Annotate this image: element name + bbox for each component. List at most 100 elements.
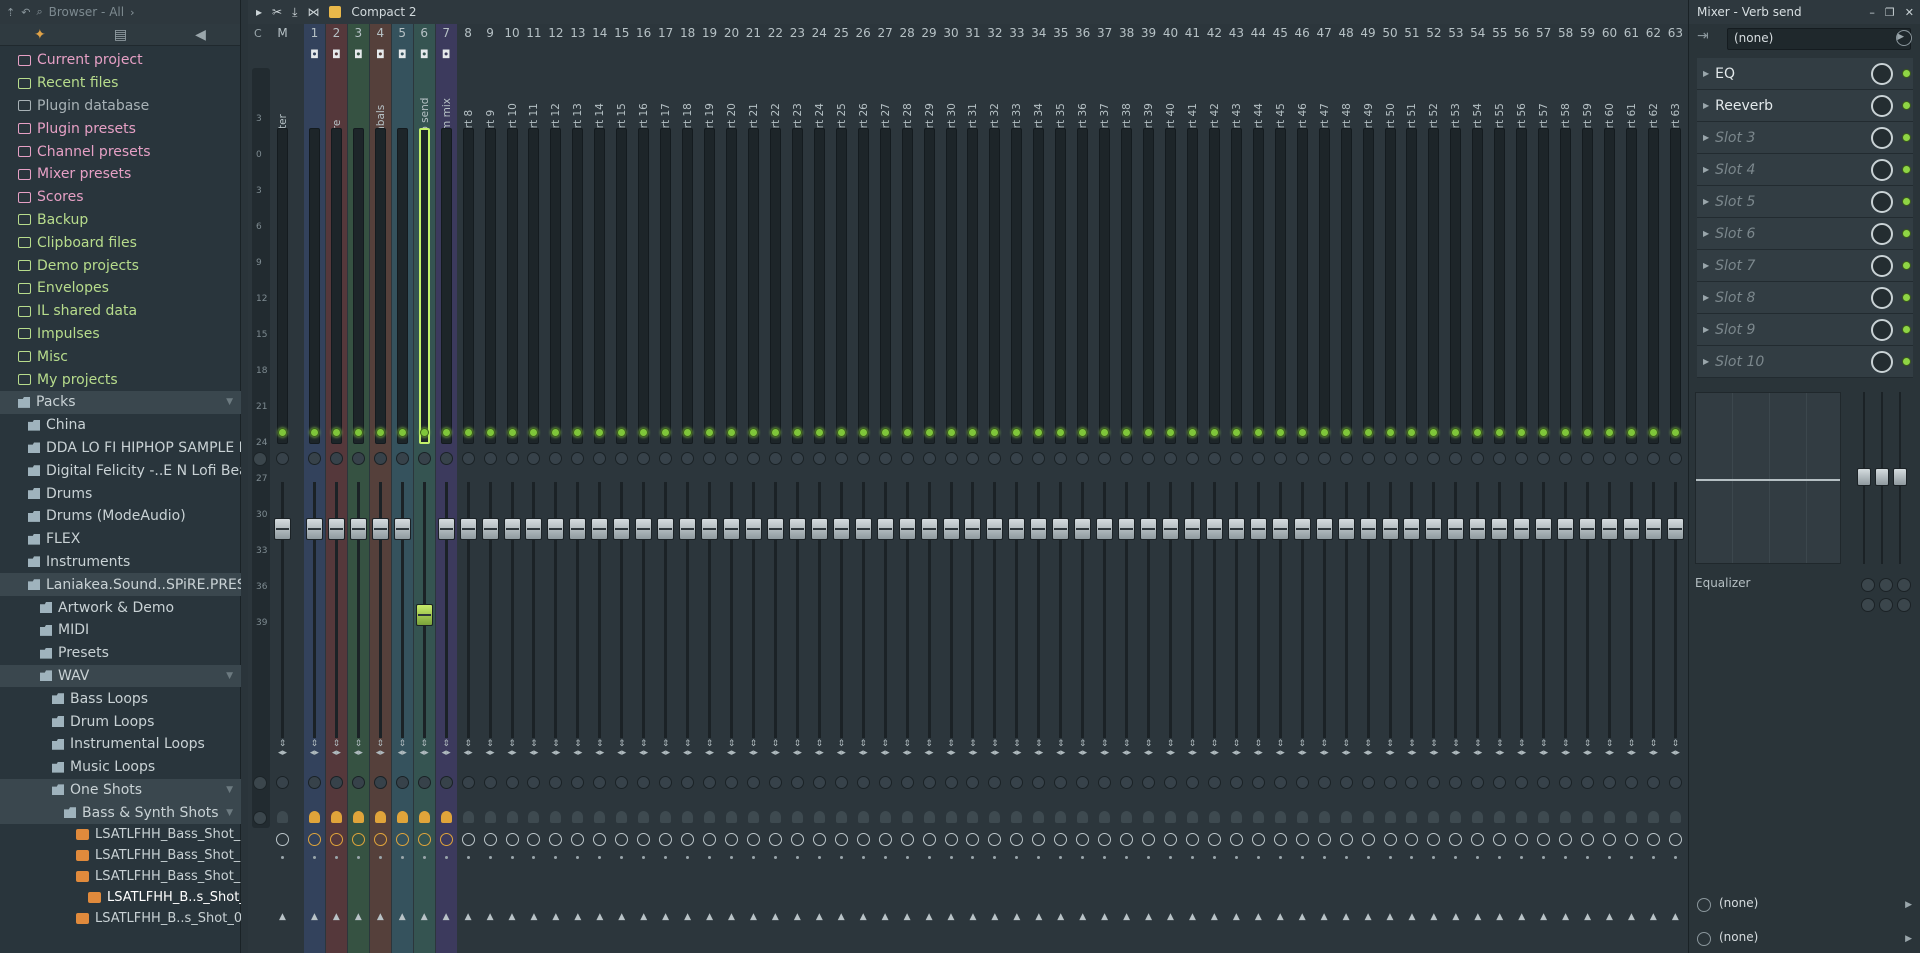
slot-enable-led[interactable] (1902, 357, 1911, 366)
record-dot-icon[interactable] (488, 856, 492, 859)
record-dot-icon[interactable] (1476, 856, 1480, 859)
volume-fader[interactable] (986, 518, 1004, 540)
pan-knob[interactable] (1185, 452, 1199, 465)
mixer-strip[interactable]: 62 Insert 62 ⇕ ◂▸ ▲ (1643, 24, 1664, 953)
stereo-knob[interactable] (1251, 776, 1265, 789)
record-dot-icon[interactable] (1147, 856, 1151, 859)
pan-knob[interactable] (856, 452, 870, 465)
pan-knob[interactable] (944, 452, 958, 465)
send-switch[interactable] (1428, 811, 1440, 823)
record-dot-icon[interactable] (883, 856, 887, 859)
pan-knob[interactable] (527, 452, 541, 465)
mixer-strip[interactable]: 63 Insert 63 ⇕ ◂▸ ▲ (1665, 24, 1686, 953)
mixer-strip[interactable]: 12 Insert 12 ⇕ ◂▸ ▲ (545, 24, 566, 953)
stereo-separation-icon[interactable]: ⇕ ◂▸ (1558, 740, 1573, 758)
volume-fader[interactable] (1381, 518, 1399, 540)
stereo-separation-icon[interactable]: ⇕ ◂▸ (834, 740, 849, 758)
send-switch[interactable] (1011, 811, 1023, 823)
send-switch[interactable] (594, 811, 606, 823)
stereo-separation-icon[interactable]: ⇕ ◂▸ (878, 740, 893, 758)
mute-led[interactable] (1209, 428, 1219, 437)
stereo-separation-icon[interactable]: ⇕ ◂▸ (614, 740, 629, 758)
layout-icon[interactable] (329, 6, 342, 18)
route-knob[interactable] (373, 833, 387, 846)
volume-fader[interactable] (1359, 518, 1377, 540)
route-arrow-icon[interactable]: ▲ (414, 912, 435, 922)
route-arrow-icon[interactable]: ▲ (1204, 912, 1225, 922)
pan-knob[interactable] (395, 452, 409, 465)
collapse-caret-icon[interactable]: ▼ (226, 397, 233, 407)
send-switch[interactable] (1384, 811, 1396, 823)
volume-fader[interactable] (1293, 518, 1311, 540)
pan-knob[interactable] (1624, 452, 1638, 465)
volume-fader[interactable] (1140, 518, 1158, 540)
send-switch[interactable] (660, 811, 672, 823)
stereo-separation-icon[interactable]: ⇕ ◂▸ (1492, 740, 1507, 758)
send-switch[interactable] (462, 811, 474, 823)
stereo-separation-icon[interactable]: ⇕ ◂▸ (987, 740, 1002, 758)
mute-led[interactable] (1605, 428, 1614, 437)
eq-high-fader[interactable] (1893, 392, 1907, 564)
record-dot-icon[interactable] (1037, 856, 1041, 859)
pan-knob[interactable] (276, 452, 289, 465)
send-switch[interactable] (1296, 811, 1308, 823)
mute-led[interactable] (1253, 428, 1263, 437)
stereo-knob[interactable] (1383, 776, 1397, 789)
mute-led[interactable] (331, 428, 341, 437)
browser-file[interactable]: LSATLFHH_Bass_Shot_02_C (0, 845, 241, 866)
stereo-knob[interactable] (1624, 776, 1638, 789)
route-arrow-icon[interactable]: ▲ (1665, 912, 1686, 922)
send-switch[interactable] (1669, 811, 1681, 823)
expand-triangle-icon[interactable]: ▶ (1703, 293, 1709, 302)
route-arrow-icon[interactable]: ▲ (633, 912, 654, 922)
mixer-strip[interactable]: 35 Insert 35 ⇕ ◂▸ ▲ (1050, 24, 1071, 953)
send-switch[interactable] (1121, 811, 1133, 823)
volume-fader[interactable] (547, 518, 565, 540)
volume-fader[interactable] (701, 518, 719, 540)
stereo-knob[interactable] (483, 776, 497, 789)
expand-triangle-icon[interactable]: ▶ (1703, 165, 1709, 174)
output-clock-icon[interactable] (1697, 898, 1711, 912)
eq-graph[interactable] (1695, 392, 1841, 564)
browser-item[interactable]: My projects (0, 368, 241, 391)
mixer-strip[interactable]: 18 Insert 18 ⇕ ◂▸ ▲ (677, 24, 698, 953)
stereo-separation-icon[interactable]: ⇕ ◂▸ (1185, 740, 1200, 758)
search-icon[interactable]: ⌕ (36, 5, 42, 19)
pan-knob[interactable] (988, 452, 1002, 465)
volume-fader[interactable] (1271, 518, 1289, 540)
send-switch[interactable] (813, 811, 825, 823)
stereo-separation-icon[interactable]: ⇕ ◂▸ (790, 740, 805, 758)
route-arrow-icon[interactable]: ▲ (523, 912, 544, 922)
route-arrow-icon[interactable]: ▲ (545, 912, 566, 922)
record-dot-icon[interactable] (466, 856, 470, 859)
stereo-knob[interactable] (1427, 776, 1441, 789)
mute-led[interactable] (375, 428, 385, 437)
volume-fader[interactable] (1052, 518, 1070, 540)
record-dot-icon[interactable] (642, 856, 646, 859)
stereo-separation-icon[interactable]: ⇕ ◂▸ (1163, 740, 1178, 758)
stereo-separation-icon[interactable]: ⇕ ◂▸ (548, 740, 563, 758)
send-switch[interactable] (418, 811, 430, 823)
expand-triangle-icon[interactable]: ▶ (1703, 261, 1709, 270)
browser-item[interactable]: Recent files (0, 72, 241, 95)
slot-enable-led[interactable] (1902, 197, 1911, 206)
mute-led[interactable] (836, 428, 846, 437)
mute-led[interactable] (353, 428, 363, 437)
record-dot-icon[interactable] (949, 856, 953, 859)
record-dot-icon[interactable] (532, 856, 536, 859)
record-dot-icon[interactable] (861, 856, 865, 859)
route-knob[interactable] (571, 833, 585, 846)
eq-mid-freq-knob[interactable] (1879, 578, 1893, 592)
stereo-separation-icon[interactable]: ⇕ ◂▸ (1646, 740, 1661, 758)
send-switch[interactable] (1230, 811, 1242, 823)
volume-fader[interactable] (1008, 518, 1026, 540)
record-dot-icon[interactable] (751, 856, 755, 859)
stereo-separation-icon[interactable]: ⇕ ◂▸ (351, 740, 366, 758)
pan-knob[interactable] (1515, 452, 1529, 465)
stereo-knob[interactable] (1646, 776, 1660, 789)
route-knob[interactable] (988, 833, 1002, 846)
eq-mid-fader[interactable] (1875, 392, 1889, 564)
volume-fader[interactable] (371, 518, 389, 540)
route-arrow-icon[interactable]: ▲ (370, 912, 391, 922)
route-knob[interactable] (768, 833, 782, 846)
